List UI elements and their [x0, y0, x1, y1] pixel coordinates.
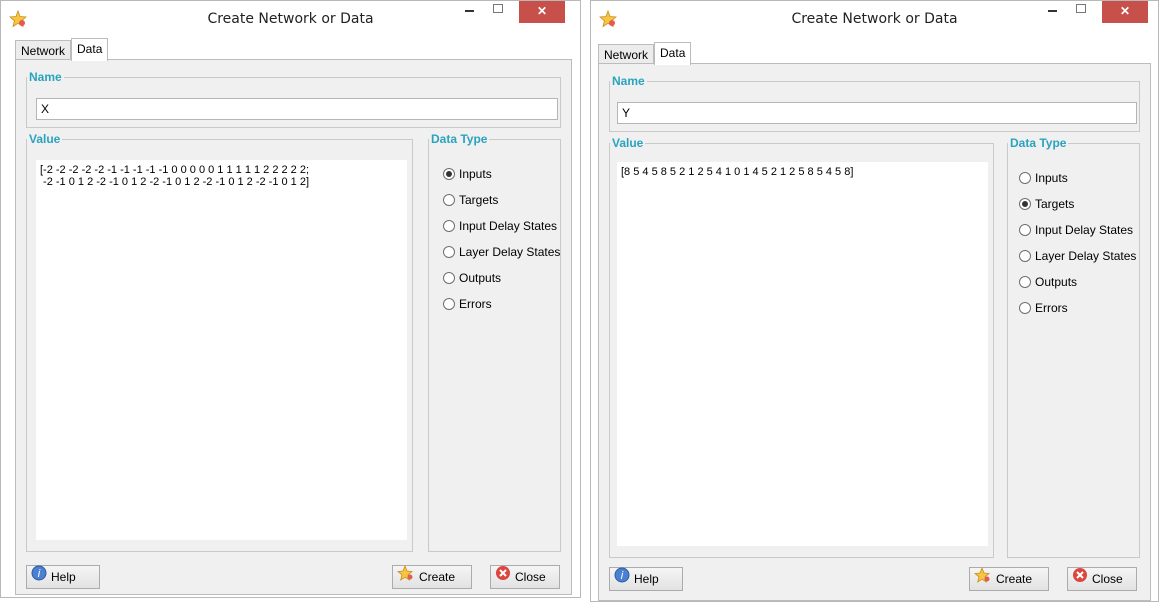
data-panel: Name Value [8 5 4 5 8 5 2 1 2 5 4 1 0 1 … [598, 63, 1151, 601]
window-close-button[interactable]: ✕ [519, 1, 565, 23]
create-button[interactable]: Create [392, 564, 472, 589]
help-label: Help [634, 572, 659, 586]
tab-network[interactable]: Network [598, 44, 655, 65]
data-type-label: Data Type [431, 132, 488, 146]
radio-label: Errors [459, 297, 492, 311]
value-label: Value [612, 136, 644, 150]
close-button[interactable]: Close [490, 565, 560, 589]
star-icon [974, 566, 992, 590]
tab-strip: Network Data [15, 38, 109, 61]
help-icon: i [614, 567, 630, 590]
close-label: Close [1092, 572, 1123, 586]
value-textarea[interactable]: [8 5 4 5 8 5 2 1 2 5 4 1 0 1 4 5 2 1 2 5… [617, 162, 988, 546]
tab-strip: Network Data [598, 42, 692, 65]
help-button[interactable]: i Help [26, 565, 100, 589]
radio-button[interactable] [1019, 224, 1031, 236]
window-close-button[interactable]: ✕ [1102, 1, 1148, 23]
radio-button-selected[interactable] [1019, 198, 1031, 210]
radio-label: Inputs [459, 167, 492, 181]
create-label: Create [996, 572, 1033, 586]
radio-label: Layer Delay States [459, 245, 561, 259]
radio-label: Input Delay States [459, 219, 558, 233]
radio-label: Outputs [459, 271, 502, 285]
radio-button[interactable] [1019, 302, 1031, 314]
radio-label: Layer Delay States [1035, 249, 1137, 263]
create-network-window-left: Create Network or Data ✕ Network Data Na… [0, 0, 581, 598]
star-icon [397, 564, 415, 588]
radio-label: Targets [459, 193, 499, 207]
radio-button[interactable] [443, 246, 455, 258]
close-icon: ✕ [1119, 4, 1131, 18]
help-icon: i [31, 565, 47, 588]
create-button[interactable]: Create [969, 566, 1049, 591]
svg-text:i: i [620, 569, 623, 582]
radio-button[interactable] [443, 220, 455, 232]
help-button[interactable]: i Help [609, 567, 683, 591]
radio-button[interactable] [1019, 276, 1031, 288]
minimize-button[interactable] [455, 1, 483, 23]
data-panel: Name Value [-2 -2 -2 -2 -2 -1 -1 -1 -1 -… [15, 59, 572, 595]
radio-button[interactable] [1019, 172, 1031, 184]
name-input[interactable] [36, 98, 558, 120]
radio-label: Errors [1035, 301, 1068, 315]
maximize-icon [1076, 4, 1086, 14]
minimize-icon [1047, 9, 1057, 12]
close-circle-icon [1072, 567, 1088, 590]
radio-label: Inputs [1035, 171, 1068, 185]
tab-network[interactable]: Network [15, 40, 72, 61]
close-circle-icon [495, 565, 511, 588]
close-icon: ✕ [536, 4, 548, 18]
close-label: Close [515, 570, 546, 584]
maximize-button[interactable] [1067, 1, 1095, 23]
radio-button[interactable] [443, 298, 455, 310]
title-bar[interactable]: Create Network or Data ✕ [1, 1, 580, 35]
radio-button[interactable] [1019, 250, 1031, 262]
name-label: Name [612, 74, 645, 88]
data-type-label: Data Type [1010, 136, 1067, 150]
tab-data[interactable]: Data [654, 42, 692, 65]
radio-button[interactable] [443, 194, 455, 206]
name-input[interactable] [617, 102, 1137, 124]
svg-text:i: i [37, 567, 40, 580]
maximize-icon [493, 4, 503, 14]
radio-label: Input Delay States [1035, 223, 1134, 237]
value-label: Value [29, 132, 61, 146]
title-bar[interactable]: Create Network or Data ✕ [591, 1, 1158, 35]
value-textarea[interactable]: [-2 -2 -2 -2 -2 -1 -1 -1 -1 -1 0 0 0 0 0… [36, 160, 407, 540]
radio-button[interactable] [443, 272, 455, 284]
minimize-button[interactable] [1038, 1, 1066, 23]
radio-button-selected[interactable] [443, 168, 455, 180]
tab-data[interactable]: Data [71, 38, 109, 61]
minimize-icon [464, 9, 474, 12]
radio-label: Outputs [1035, 275, 1078, 289]
radio-label: Targets [1035, 197, 1075, 211]
help-label: Help [51, 570, 76, 584]
create-label: Create [419, 570, 456, 584]
name-label: Name [29, 70, 62, 84]
maximize-button[interactable] [484, 1, 512, 23]
close-button[interactable]: Close [1067, 567, 1137, 591]
create-network-window-right: Create Network or Data ✕ Network Data Na… [590, 0, 1159, 602]
